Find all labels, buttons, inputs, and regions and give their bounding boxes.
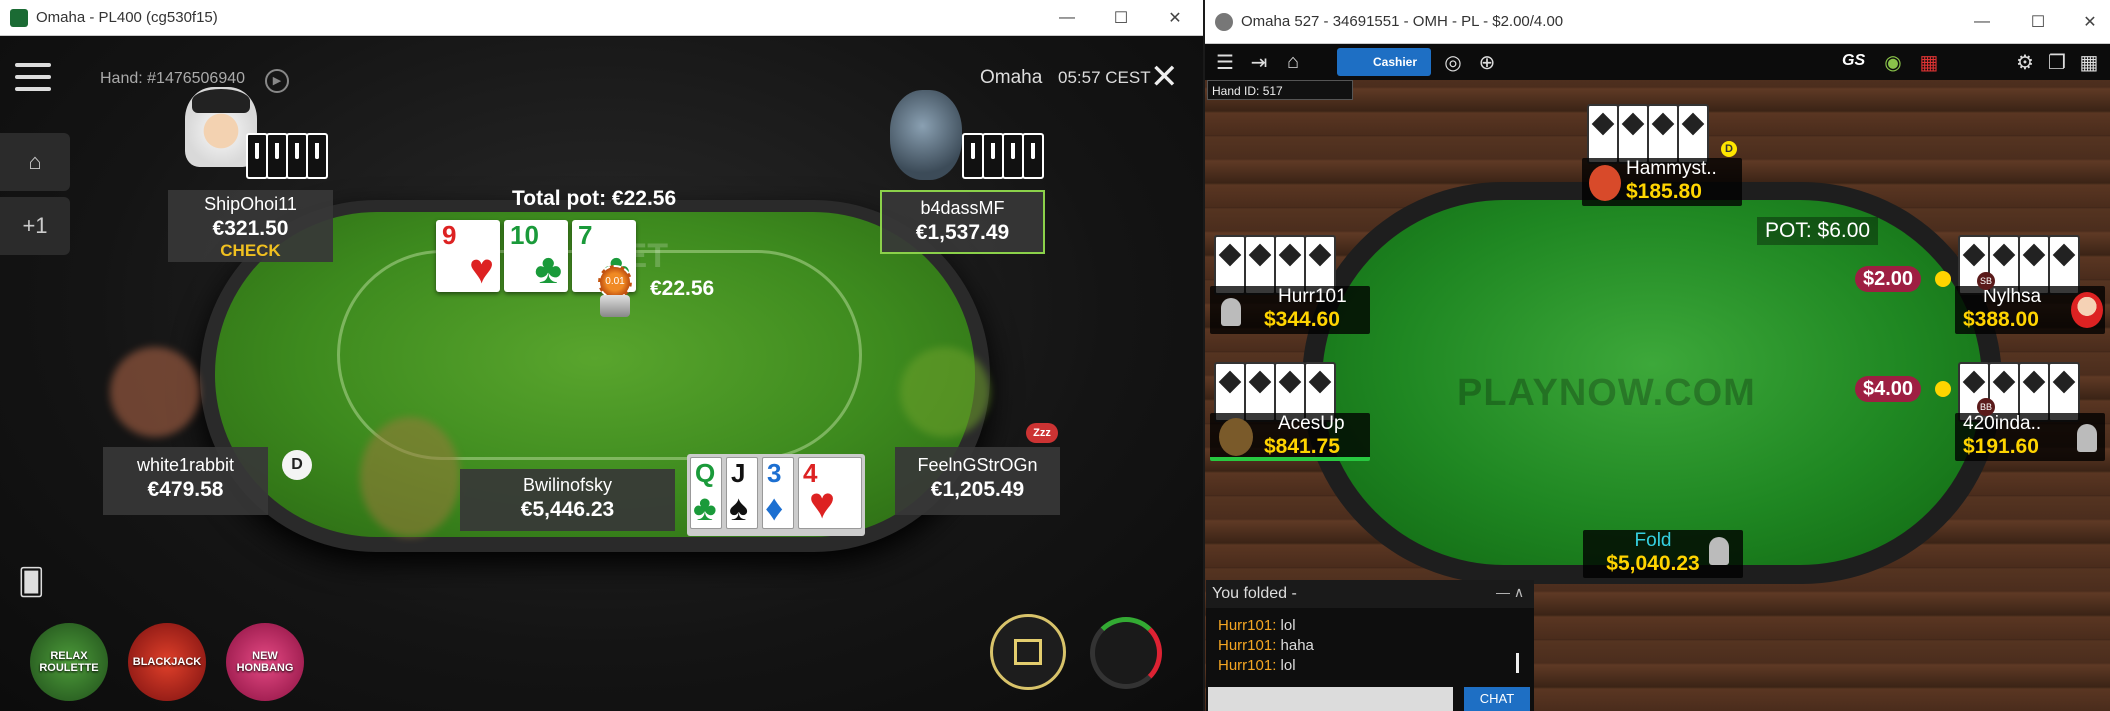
right-titlebar: Omaha 527 - 34691551 - OMH - PL - $2.00/… — [1205, 0, 2110, 44]
user-silhouette-icon — [1709, 537, 1729, 565]
home-button[interactable]: ⌂ — [0, 133, 70, 191]
pot-chip-stack: 0.01 — [598, 265, 632, 299]
board-card-2: 10 ♣ — [504, 220, 568, 292]
clock: 05:57 CEST — [1058, 68, 1151, 87]
hero-card-1: Q ♣ — [690, 457, 722, 529]
app-logo-icon — [1215, 12, 1233, 31]
avatar-left-bottom — [1219, 418, 1253, 456]
game-roulette[interactable]: RELAX ROULETTE — [30, 623, 108, 701]
maximize-button[interactable]: ☐ — [2011, 0, 2065, 44]
menu-icon[interactable]: ☰ — [1213, 51, 1237, 74]
settings-icon[interactable]: ⚙ — [2013, 51, 2037, 74]
chat-collapse-icon[interactable]: — ∧ — [1496, 584, 1524, 601]
seat-right[interactable]: FeelnGStrOGn €1,205.49 — [895, 447, 1060, 515]
cards-icon[interactable]: 🂠 — [18, 567, 45, 598]
chat-panel: You folded - — ∧ Hurr101: lol Hurr101: h… — [1206, 580, 1534, 711]
avatar-top — [1589, 165, 1621, 201]
cashier-button[interactable]: Cashier — [1337, 48, 1431, 76]
left-titlebar: Omaha - PL400 (cg530f15) — ☐ ✕ — [0, 0, 1203, 36]
app-logo-icon — [10, 8, 28, 27]
avatar-left-blurred — [110, 347, 200, 437]
chat-input[interactable] — [1208, 687, 1453, 711]
board-card-1: 9 ♥ — [436, 220, 500, 292]
chat-scrollbar[interactable] — [1516, 653, 1519, 673]
bet-chips-icon — [1935, 271, 1951, 287]
bet-right-top: $2.00 — [1855, 266, 1922, 292]
window-title: Omaha - PL400 (cg530f15) — [36, 9, 218, 26]
seat-left[interactable]: white1rabbit €479.58 — [103, 447, 268, 515]
user-silhouette-icon — [1221, 298, 1241, 326]
avatar-right-blurred — [900, 347, 990, 437]
window-close-button[interactable]: ✕ — [1148, 0, 1202, 36]
minimize-button[interactable]: — — [1955, 0, 2009, 44]
home-icon: ⌂ — [28, 149, 42, 174]
total-pot: Total pot: €22.56 — [512, 187, 677, 210]
user-silhouette-icon — [2077, 424, 2097, 452]
table-watermark: PLAYNOW.COM — [1457, 372, 1756, 414]
avatar-captain-hat — [192, 89, 250, 113]
right-poker-window: Omaha 527 - 34691551 - OMH - PL - $2.00/… — [1205, 0, 2110, 711]
minimize-button[interactable]: — — [1040, 0, 1094, 36]
dealer-button: D — [1721, 141, 1737, 157]
pot-chip-base — [600, 295, 630, 317]
gift-icon — [1014, 639, 1042, 665]
replay-icon[interactable]: ▶ — [265, 69, 289, 93]
game-honbang[interactable]: NEW HONBANG — [226, 623, 304, 701]
chat-header: You folded - — [1206, 580, 1534, 608]
hand-label: Hand: #1476506940 — [100, 70, 246, 87]
seat-top-left[interactable]: ShipOhoi11 €321.50 CHECK — [168, 190, 333, 262]
chat-send-button[interactable]: CHAT — [1464, 687, 1530, 711]
chips-icon[interactable]: ◎ — [1441, 51, 1465, 74]
leave-icon[interactable]: ⇥ — [1247, 51, 1271, 74]
hero-card-2: J ♠ — [726, 457, 758, 529]
game-blackjack[interactable]: BLACKJACK — [128, 623, 206, 701]
sleeping-badge: Zzz — [1026, 423, 1058, 443]
plus-one-button[interactable]: +1 — [0, 197, 70, 255]
pot-label: POT: $6.00 — [1757, 217, 1879, 245]
close-icon[interactable]: ✕ — [1150, 57, 1179, 97]
chat-line: Hurr101: lol — [1218, 657, 1296, 674]
maximize-button[interactable]: ☐ — [1094, 0, 1148, 36]
rewards-icon[interactable]: ◉ — [1881, 51, 1905, 74]
window-close-button[interactable]: ✕ — [2063, 0, 2110, 44]
hand-id: Hand ID: 517 — [1207, 80, 1353, 100]
gs-button[interactable]: GS — [1842, 52, 1865, 70]
add-table-icon[interactable]: ⊕ — [1475, 51, 1499, 74]
game-name: Omaha — [980, 67, 1043, 88]
seat-top-right[interactable]: b4dassMF €1,537.49 — [880, 190, 1045, 254]
bet-right-bottom: $4.00 — [1855, 376, 1922, 402]
timer-icon[interactable] — [1090, 617, 1162, 689]
avatar-bottom-blurred — [360, 417, 460, 537]
pot-chips-amount: €22.56 — [650, 277, 715, 300]
bet-chips-icon — [1935, 381, 1951, 397]
chat-line: Hurr101: haha — [1218, 637, 1314, 654]
left-poker-window: Omaha - PL400 (cg530f15) — ☐ ✕ Hand: #14… — [0, 0, 1203, 711]
dealer-button: D — [282, 450, 312, 480]
avatar-alien — [890, 90, 962, 180]
avatar-santa — [2071, 292, 2103, 328]
tile-icon[interactable]: ❐ — [2045, 51, 2069, 74]
bb-badge: BB — [1977, 398, 1995, 416]
tournament-icon[interactable]: ▦ — [1917, 51, 1941, 74]
table-toolbar: ☰ ⇥ ⌂ Cashier ◎ ⊕ GS ◉ ▦ ⚙ ❐ ▦ — [1205, 44, 2110, 80]
chat-line: Hurr101: lol — [1218, 617, 1296, 634]
hero-card-4: 4 ♥ — [798, 457, 862, 529]
window-title: Omaha 527 - 34691551 - OMH - PL - $2.00/… — [1241, 13, 1564, 30]
lobby-home-icon[interactable]: ⌂ — [1281, 51, 1305, 73]
seat-bottom-hero[interactable]: Bwilinofsky €5,446.23 — [460, 469, 675, 531]
sb-badge: SB — [1977, 272, 1995, 290]
hero-card-3: 3 ♦ — [762, 457, 794, 529]
table-stage: Hand: #1476506940 ▶ Omaha 05:57 CEST ✕ ⌂… — [0, 37, 1203, 711]
grid-icon[interactable]: ▦ — [2077, 51, 2101, 74]
menu-icon[interactable] — [15, 63, 51, 93]
gift-button[interactable] — [990, 614, 1066, 690]
